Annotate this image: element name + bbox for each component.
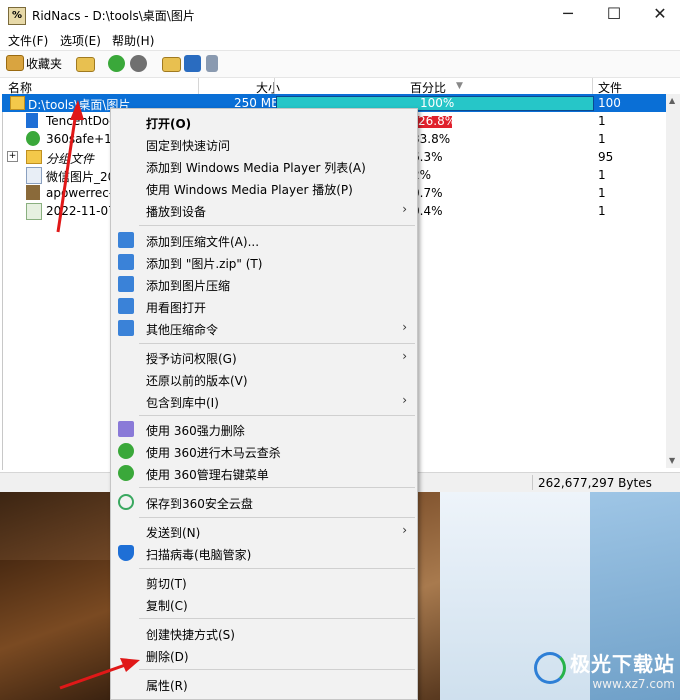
annotation-arrows xyxy=(56,100,140,690)
annotation-arrow-up xyxy=(56,100,84,233)
annotation-arrow-right xyxy=(59,658,140,690)
